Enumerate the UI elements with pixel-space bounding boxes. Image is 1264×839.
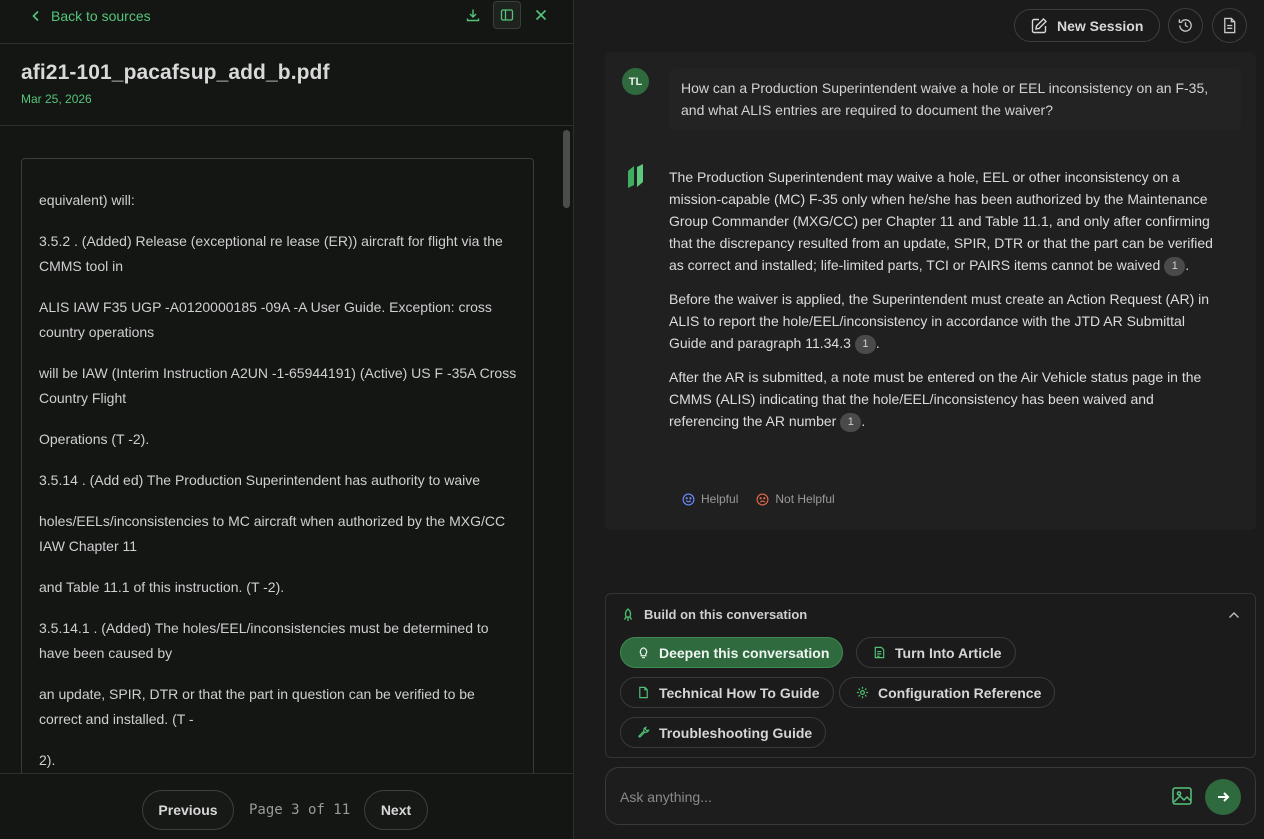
document-viewer: Back to sources afi21-101_pacafsup_add_b… bbox=[0, 0, 574, 839]
build-title: Build on this conversation bbox=[644, 607, 808, 622]
chip-label: Deepen this conversation bbox=[659, 644, 830, 661]
chevron-up-icon[interactable] bbox=[1227, 608, 1241, 622]
conversation-panel: TL How can a Production Superintendent w… bbox=[605, 52, 1256, 530]
helpful-button[interactable]: Helpful bbox=[682, 492, 738, 506]
chip-label: Troubleshooting Guide bbox=[659, 724, 813, 741]
gear-icon bbox=[856, 686, 869, 699]
doc-paragraph: will be IAW (Interim Instruction A2UN -1… bbox=[39, 365, 517, 406]
document-text: equivalent) will: 3.5.2 . (Added) Releas… bbox=[39, 188, 521, 773]
lightbulb-icon bbox=[639, 647, 648, 659]
page-indicator: Page 3 of 11 bbox=[249, 802, 351, 818]
close-viewer-button[interactable] bbox=[527, 1, 555, 29]
citation-badge[interactable]: 1 bbox=[840, 412, 862, 432]
chip-label: Configuration Reference bbox=[878, 684, 1042, 701]
composer bbox=[605, 767, 1256, 825]
citation-badge[interactable]: 1 bbox=[1164, 256, 1186, 276]
chip-turn-into-article[interactable]: Turn Into Article bbox=[856, 637, 1016, 668]
doc-paragraph: and Table 11.1 of this instruction. (T -… bbox=[39, 579, 285, 595]
previous-page-button[interactable]: Previous bbox=[142, 790, 234, 830]
pagination: Previous Page 3 of 11 Next bbox=[0, 773, 573, 839]
doc-paragraph: Operations (T -2). bbox=[39, 431, 150, 447]
chip-label: Turn Into Article bbox=[895, 644, 1002, 661]
document-icon bbox=[639, 686, 648, 699]
build-header: Build on this conversation bbox=[621, 607, 807, 622]
toggle-panel-button[interactable] bbox=[493, 1, 521, 29]
document-page: equivalent) will: 3.5.2 . (Added) Releas… bbox=[21, 158, 534, 773]
new-session-label: New Session bbox=[1057, 17, 1144, 34]
next-page-button[interactable]: Next bbox=[364, 790, 428, 830]
send-button[interactable] bbox=[1205, 779, 1241, 815]
answer-paragraph: After the AR is submitted, a note must b… bbox=[669, 366, 1224, 432]
feedback-row: Helpful Not Helpful bbox=[682, 492, 835, 506]
not-helpful-label: Not Helpful bbox=[775, 492, 835, 506]
not-helpful-button[interactable]: Not Helpful bbox=[756, 492, 835, 506]
back-to-sources-link[interactable]: Back to sources bbox=[30, 7, 151, 25]
frown-icon bbox=[756, 493, 769, 505]
new-session-button[interactable]: New Session bbox=[1014, 9, 1160, 42]
doc-paragraph: holes/EELs/inconsistencies to MC aircraf… bbox=[39, 513, 506, 554]
history-icon bbox=[1178, 19, 1192, 32]
chip-configuration-reference[interactable]: Configuration Reference bbox=[839, 677, 1056, 708]
sources-document-button[interactable] bbox=[1212, 8, 1247, 43]
document-title: afi21-101_pacafsup_add_b.pdf bbox=[21, 61, 330, 84]
document-scroll-area[interactable]: equivalent) will: 3.5.2 . (Added) Releas… bbox=[0, 127, 573, 773]
answer-text: Before the waiver is applied, the Superi… bbox=[669, 291, 1210, 351]
ask-input[interactable] bbox=[620, 786, 1160, 808]
answer-paragraph: The Production Superintendent may waive … bbox=[669, 166, 1224, 276]
chat-pane: New Session TL How can a Production Supe… bbox=[575, 0, 1264, 839]
user-message: How can a Production Superintendent waiv… bbox=[669, 68, 1241, 130]
chip-troubleshooting-guide[interactable]: Troubleshooting Guide bbox=[620, 717, 827, 748]
image-upload-icon[interactable] bbox=[1171, 785, 1193, 807]
doc-paragraph: 3.5.2 . (Added) Release (exceptional re … bbox=[39, 233, 503, 274]
doc-paragraph: 3.5.14.1 . (Added) The holes/EEL/inconsi… bbox=[39, 620, 489, 661]
assistant-answer: The Production Superintendent may waive … bbox=[669, 166, 1224, 444]
download-icon bbox=[466, 9, 480, 22]
answer-paragraph: Before the waiver is applied, the Superi… bbox=[669, 288, 1224, 354]
viewer-toolbar: Back to sources bbox=[0, 0, 573, 44]
doc-paragraph: an update, SPIR, DTR or that the part in… bbox=[39, 686, 475, 727]
doc-paragraph: equivalent) will: bbox=[39, 192, 135, 208]
arrow-right-icon bbox=[1218, 792, 1230, 802]
smile-icon bbox=[682, 493, 695, 505]
user-avatar: TL bbox=[622, 68, 649, 95]
sidebar-panel-icon bbox=[500, 9, 514, 21]
doc-paragraph: ALIS IAW F35 UGP -A0120000185 -09A -A Us… bbox=[39, 299, 492, 340]
download-button[interactable] bbox=[459, 1, 487, 29]
document-scrollbar[interactable] bbox=[563, 130, 570, 208]
edit-icon bbox=[1031, 17, 1047, 33]
document-header: afi21-101_pacafsup_add_b.pdf Mar 25, 202… bbox=[0, 45, 573, 126]
build-on-conversation-panel: Build on this conversation Deepen this c… bbox=[605, 593, 1256, 758]
chevron-left-icon bbox=[32, 10, 39, 22]
wrench-icon bbox=[638, 726, 650, 738]
doc-paragraph: 2). bbox=[39, 752, 56, 768]
document-date: Mar 25, 2026 bbox=[21, 92, 92, 106]
answer-text: The Production Superintendent may waive … bbox=[669, 169, 1213, 273]
history-button[interactable] bbox=[1168, 8, 1203, 43]
citation-badge[interactable]: 1 bbox=[854, 334, 876, 354]
assistant-logo-icon bbox=[628, 164, 643, 188]
chip-deepen-conversation[interactable]: Deepen this conversation bbox=[620, 637, 844, 668]
app-root: Back to sources afi21-101_pacafsup_add_b… bbox=[0, 0, 1264, 839]
chip-label: Technical How To Guide bbox=[659, 684, 820, 701]
chip-technical-how-to-guide[interactable]: Technical How To Guide bbox=[620, 677, 834, 708]
article-icon bbox=[874, 646, 885, 659]
answer-text: After the AR is submitted, a note must b… bbox=[669, 369, 1202, 429]
close-icon bbox=[535, 9, 547, 21]
rocket-icon bbox=[623, 607, 633, 621]
document-icon bbox=[1224, 17, 1236, 34]
doc-paragraph: 3.5.14 . (Add ed) The Production Superin… bbox=[39, 472, 481, 488]
back-link-label: Back to sources bbox=[51, 8, 151, 24]
helpful-label: Helpful bbox=[701, 492, 739, 506]
